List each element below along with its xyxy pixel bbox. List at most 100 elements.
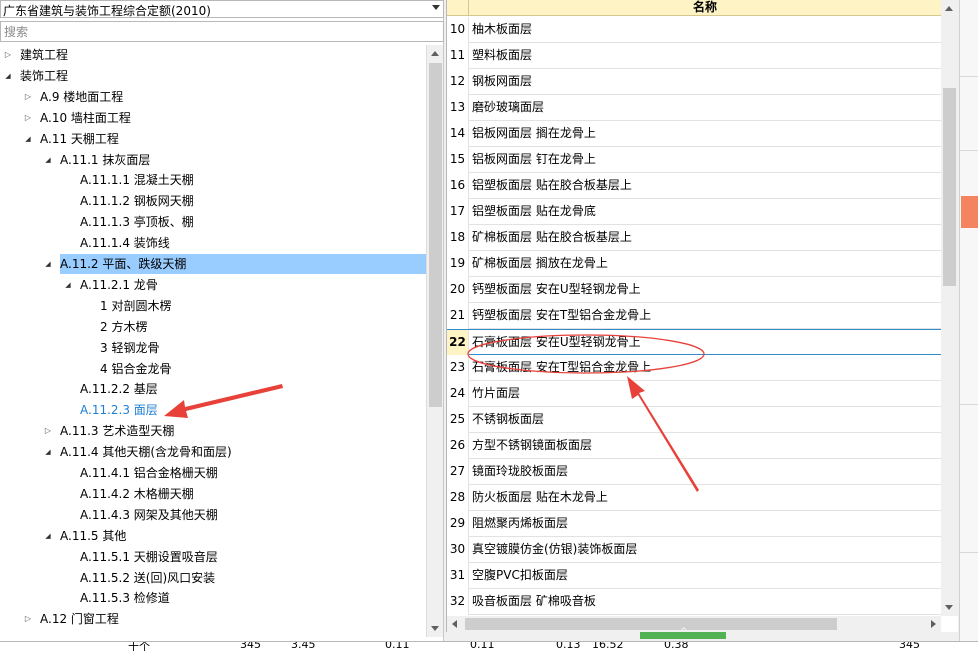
row-name-cell[interactable]: 铝板网面层 搁在龙骨上 <box>472 121 596 147</box>
row-name-cell[interactable]: 铝塑板面层 贴在龙骨底 <box>472 199 596 225</box>
table-row[interactable]: 31 空腹PVC扣板面层 <box>447 563 941 589</box>
table-row[interactable]: 28 防火板面层 贴在木龙骨上 <box>447 485 941 511</box>
scroll-down-icon[interactable] <box>427 620 444 637</box>
quota-library-dropdown[interactable]: 广东省建筑与装饰工程综合定额(2010) <box>0 0 444 18</box>
table-row[interactable]: 21 钙塑板面层 安在T型铝合金龙骨上 <box>447 303 941 329</box>
row-name-cell[interactable]: 石膏板面层 安在T型铝合金龙骨上 <box>472 355 651 381</box>
collapse-triangle-icon[interactable] <box>2 45 14 65</box>
tree-node[interactable]: A.11.2 平面、跌级天棚 <box>0 254 426 274</box>
row-name-cell[interactable]: 塑料板面层 <box>472 43 532 69</box>
row-name-cell[interactable]: 钙塑板面层 安在U型轻钢龙骨上 <box>472 277 641 303</box>
tree-node[interactable]: A.11.3 艺术造型天棚 <box>0 421 426 441</box>
row-name-cell[interactable]: 竹片面层 <box>472 381 520 407</box>
tree-node[interactable]: A.9 楼地面工程 <box>0 87 426 107</box>
tree-node[interactable]: A.11.4 其他天棚(含龙骨和面层) <box>0 442 426 462</box>
table-vertical-scrollbar[interactable] <box>941 0 958 616</box>
tree-node[interactable]: A.11.1 抹灰面层 <box>0 150 426 170</box>
table-row[interactable]: 16 铝塑板面层 贴在胶合板基层上 <box>447 173 941 199</box>
scroll-thumb[interactable] <box>429 63 442 407</box>
row-name-cell[interactable]: 防火板面层 贴在木龙骨上 <box>472 485 608 511</box>
tree-node[interactable]: A.11.2.2 基层 <box>0 379 426 399</box>
tree-node[interactable]: A.11.5.2 送(回)风口安装 <box>0 568 426 588</box>
row-name-cell[interactable]: 吸音板面层 矿棉吸音板 <box>472 589 596 615</box>
scroll-thumb[interactable] <box>943 88 956 286</box>
table-row[interactable]: 27 镜面玲珑胶板面层 <box>447 459 941 485</box>
tree-node[interactable]: A.12 门窗工程 <box>0 609 426 629</box>
tree-node[interactable]: A.11.5 其他 <box>0 526 426 546</box>
expand-triangle-icon[interactable] <box>22 129 34 149</box>
tree-node[interactable]: A.11.1.4 装饰线 <box>0 233 426 253</box>
tree-node[interactable]: A.11.1.1 混凝土天棚 <box>0 170 426 190</box>
expand-triangle-icon[interactable] <box>42 442 54 462</box>
scroll-up-icon[interactable] <box>941 0 958 17</box>
table-row[interactable]: 12 钢板网面层 <box>447 69 941 95</box>
collapse-triangle-icon[interactable] <box>22 108 34 128</box>
table-row[interactable]: 14 铝板网面层 搁在龙骨上 <box>447 121 941 147</box>
tree-node[interactable]: A.11.4.1 铝合金格栅天棚 <box>0 463 426 483</box>
expand-triangle-icon[interactable] <box>2 66 14 86</box>
table-row[interactable]: 20 钙塑板面层 安在U型轻钢龙骨上 <box>447 277 941 303</box>
row-name-cell[interactable]: 矿棉板面层 贴在胶合板基层上 <box>472 225 632 251</box>
table-row[interactable]: 26 方型不锈钢镜面板面层 <box>447 433 941 459</box>
table-row[interactable]: 10 柚木板面层 <box>447 17 941 43</box>
expand-triangle-icon[interactable] <box>42 526 54 546</box>
search-input[interactable] <box>0 21 444 42</box>
table-row[interactable]: 15 铝板网面层 钉在龙骨上 <box>447 147 941 173</box>
table-row[interactable]: 17 铝塑板面层 贴在龙骨底 <box>447 199 941 225</box>
table-row[interactable]: 25 不锈钢板面层 <box>447 407 941 433</box>
tree-node[interactable]: A.11 天棚工程 <box>0 129 426 149</box>
scroll-thumb[interactable] <box>465 618 837 630</box>
row-name-cell[interactable]: 钙塑板面层 安在T型铝合金龙骨上 <box>472 303 651 329</box>
row-name-cell[interactable]: 不锈钢板面层 <box>472 407 544 433</box>
row-name-cell[interactable]: 钢板网面层 <box>472 69 532 95</box>
tree-node[interactable]: A.11.4.3 网架及其他天棚 <box>0 505 426 525</box>
scroll-up-icon[interactable] <box>427 45 444 62</box>
row-name-cell[interactable]: 空腹PVC扣板面层 <box>472 563 568 589</box>
row-name-cell[interactable]: 磨砂玻璃面层 <box>472 95 544 121</box>
row-name-cell[interactable]: 石膏板面层 安在U型轻钢龙骨上 <box>472 330 641 356</box>
tree-node[interactable]: A.11.2.3 面层 <box>0 400 426 420</box>
table-row[interactable]: 29 阻燃聚丙烯板面层 <box>447 511 941 537</box>
tree-node[interactable]: A.11.4.2 木格栅天棚 <box>0 484 426 504</box>
row-name-cell[interactable]: 铝板网面层 钉在龙骨上 <box>472 147 596 173</box>
row-name-cell[interactable]: 阻燃聚丙烯板面层 <box>472 511 568 537</box>
row-name-cell[interactable]: 铝塑板面层 贴在胶合板基层上 <box>472 173 632 199</box>
panel-resize-handle[interactable] <box>640 627 726 639</box>
row-name-cell[interactable]: 真空镀膜仿金(仿银)装饰板面层 <box>472 537 637 563</box>
tree-node[interactable]: A.11.5.1 天棚设置吸音层 <box>0 547 426 567</box>
row-name-cell[interactable]: 矿棉板面层 搁放在龙骨上 <box>472 251 608 277</box>
row-name-cell[interactable]: 方型不锈钢镜面板面层 <box>472 433 592 459</box>
table-row[interactable]: 22 石膏板面层 安在U型轻钢龙骨上 <box>447 329 941 356</box>
tree-node[interactable]: A.11.5.3 检修道 <box>0 588 426 608</box>
row-name-cell[interactable]: 柚木板面层 <box>472 17 532 43</box>
table-row[interactable]: 11 塑料板面层 <box>447 43 941 69</box>
scroll-down-icon[interactable] <box>941 599 958 616</box>
scroll-left-icon[interactable] <box>447 616 463 632</box>
table-row[interactable]: 13 磨砂玻璃面层 <box>447 95 941 121</box>
collapse-triangle-icon[interactable] <box>22 609 34 629</box>
collapse-triangle-icon[interactable] <box>22 87 34 107</box>
tree-node[interactable]: 4 铝合金龙骨 <box>0 359 426 379</box>
table-row[interactable]: 18 矿棉板面层 贴在胶合板基层上 <box>447 225 941 251</box>
tree-node[interactable]: A.11.1.2 钢板网天棚 <box>0 191 426 211</box>
tree-node[interactable]: A.11.2.1 龙骨 <box>0 275 426 295</box>
side-accent-tab[interactable] <box>961 196 978 228</box>
table-row[interactable]: 32 吸音板面层 矿棉吸音板 <box>447 589 941 615</box>
table-row[interactable]: 19 矿棉板面层 搁放在龙骨上 <box>447 251 941 277</box>
collapse-triangle-icon[interactable] <box>42 421 54 441</box>
expand-triangle-icon[interactable] <box>42 150 54 170</box>
tree-node[interactable]: 1 对剖圆木楞 <box>0 296 426 316</box>
tree-node[interactable]: 2 方木楞 <box>0 317 426 337</box>
tree-node[interactable]: 装饰工程 <box>0 66 426 86</box>
tree-scrollbar[interactable] <box>426 45 443 637</box>
tree-node[interactable]: 建筑工程 <box>0 45 426 65</box>
name-column-header[interactable]: 名称 <box>469 0 941 16</box>
row-name-cell[interactable]: 镜面玲珑胶板面层 <box>472 459 568 485</box>
table-row[interactable]: 24 竹片面层 <box>447 381 941 407</box>
tree-node[interactable]: A.11.1.3 亭顶板、棚 <box>0 212 426 232</box>
expand-triangle-icon[interactable] <box>42 254 54 274</box>
chevron-down-icon[interactable] <box>432 5 440 10</box>
scroll-right-icon[interactable] <box>925 616 941 632</box>
tree-node[interactable]: 3 轻钢龙骨 <box>0 338 426 358</box>
tree-node[interactable]: A.10 墙柱面工程 <box>0 108 426 128</box>
